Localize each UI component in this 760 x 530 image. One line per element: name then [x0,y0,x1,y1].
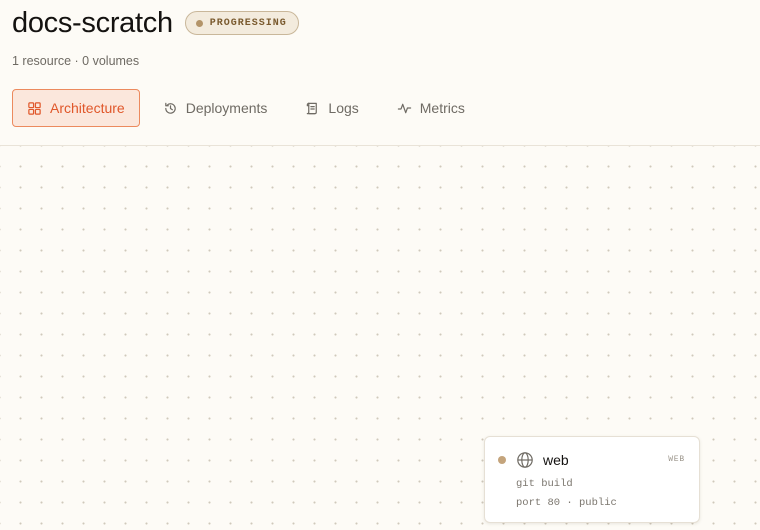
architecture-canvas[interactable]: web WEB git build port 80 · public [0,146,760,530]
node-status-dot-icon [498,456,506,464]
tab-logs[interactable]: Logs [290,89,373,127]
page-header: docs-scratch PROGRESSING 1 resource · 0 … [0,0,760,146]
resource-summary: 1 resource · 0 volumes [12,54,140,68]
status-dot-icon [195,19,203,27]
node-build-source: git build [516,478,573,490]
tab-architecture-label: Architecture [50,100,125,116]
scroll-icon [307,102,318,114]
pulse-icon [397,103,411,113]
service-node-web[interactable]: web WEB git build port 80 · public [484,436,700,523]
tab-metrics-label: Metrics [419,100,465,116]
tab-deployments-label: Deployments [185,100,268,116]
title-row: docs-scratch PROGRESSING [12,4,299,42]
node-type-label: WEB [668,455,685,464]
tab-logs-label: Logs [328,100,359,116]
tab-deployments[interactable]: Deployments [148,89,283,127]
tab-architecture[interactable]: Architecture [12,89,140,127]
grid-icon [28,101,41,115]
node-port-info: port 80 · public [516,497,617,509]
status-badge-label: PROGRESSING [209,17,287,29]
globe-icon [517,452,533,468]
status-badge: PROGRESSING [184,11,299,35]
node-name: web [543,452,569,468]
history-icon [164,102,176,114]
project-title: docs-scratch [12,7,173,39]
tab-bar: Architecture Deployments Logs Metrics [12,89,488,127]
tab-metrics[interactable]: Metrics [382,89,480,127]
